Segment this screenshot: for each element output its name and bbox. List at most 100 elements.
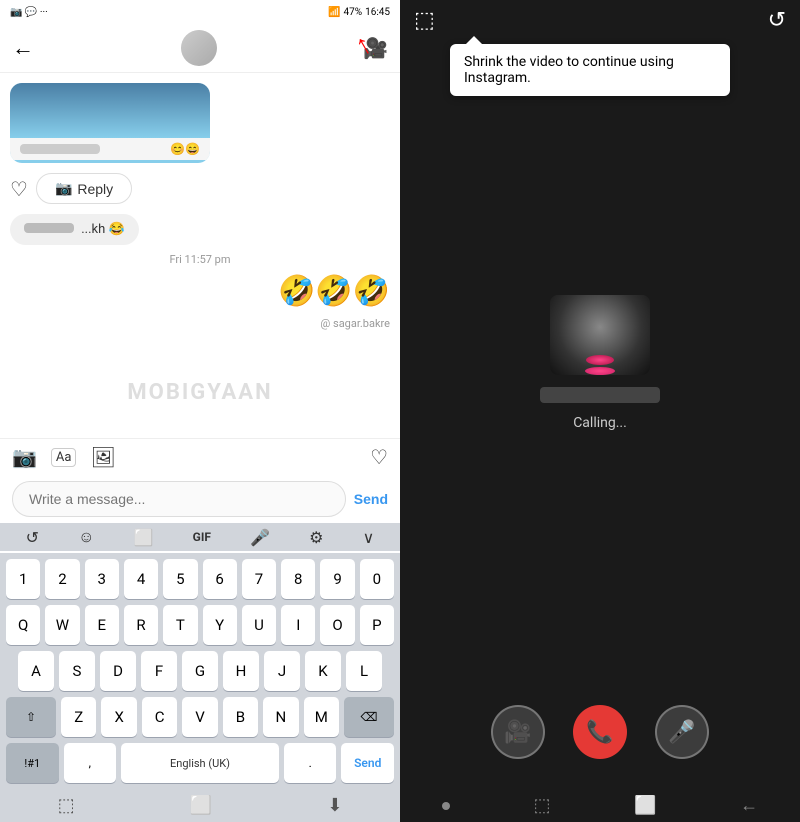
kb-key-f[interactable]: F — [141, 651, 177, 691]
tooltip-text: Shrink the video to continue using Insta… — [464, 54, 674, 86]
mute-button[interactable]: 🎤 — [655, 705, 709, 759]
kb-symbols-key[interactable]: !#1 — [6, 743, 59, 783]
kb-rotate-icon[interactable]: ↺ — [26, 528, 39, 547]
nav-home-icon[interactable]: ⬜ — [190, 795, 212, 816]
kb-key-7[interactable]: 7 — [242, 559, 276, 599]
kb-key-r[interactable]: R — [124, 605, 158, 645]
kb-key-z[interactable]: Z — [61, 697, 96, 737]
rotate-icon[interactable]: ↺ — [768, 8, 786, 33]
kb-key-w[interactable]: W — [45, 605, 79, 645]
kb-settings-icon[interactable]: ⚙ — [309, 528, 323, 547]
keyboard-top-bar: ↺ ☺ ⬜ GIF 🎤 ⚙ ∨ — [0, 523, 400, 551]
kb-sticker-icon[interactable]: ⬜ — [134, 528, 154, 547]
kb-key-y[interactable]: Y — [203, 605, 237, 645]
image-bubble-text: 😊😄 — [10, 138, 210, 160]
kb-key-h[interactable]: H — [223, 651, 259, 691]
kb-gif-icon[interactable]: GIF — [193, 530, 211, 544]
kb-key-i[interactable]: I — [281, 605, 315, 645]
kb-key-c[interactable]: C — [142, 697, 177, 737]
nav-recents-icon[interactable]: ⬚ — [58, 795, 75, 816]
kb-key-k[interactable]: K — [305, 651, 341, 691]
heart-toolbar-icon[interactable]: ♡ — [370, 445, 388, 469]
kb-key-9[interactable]: 9 — [320, 559, 354, 599]
text-toolbar-button[interactable]: Aa — [51, 448, 77, 467]
kb-mic-icon[interactable]: 🎤 — [250, 528, 270, 547]
kb-key-1[interactable]: 1 — [6, 559, 40, 599]
kb-key-o[interactable]: O — [320, 605, 354, 645]
shrink-video-icon[interactable]: ⬚ — [414, 8, 435, 33]
kb-emoji-icon[interactable]: ☺ — [78, 527, 94, 547]
time-text: 16:45 — [365, 7, 390, 18]
send-button[interactable]: Send — [354, 491, 388, 507]
gallery-toolbar-button[interactable]: 🖼 — [90, 445, 115, 469]
left-panel: 📷 💬 ··· 📶 47% 16:45 ← 🎥 ↑ 😊😄 ♡ — [0, 0, 400, 822]
keyboard-rows: 1 2 3 4 5 6 7 8 9 0 Q W E R T Y U I — [2, 557, 398, 785]
keyboard-area: 1 2 3 4 5 6 7 8 9 0 Q W E R T Y U I — [0, 553, 400, 789]
video-call-button[interactable]: 🎥 — [363, 36, 388, 60]
blurred-text — [20, 144, 100, 154]
kb-key-2[interactable]: 2 — [45, 559, 79, 599]
kb-key-b[interactable]: B — [223, 697, 258, 737]
right-nav-back[interactable]: ← — [740, 795, 758, 816]
sender-name: @ sagar.bakre — [320, 317, 390, 330]
kb-key-t[interactable]: T — [163, 605, 197, 645]
kb-key-l[interactable]: L — [346, 651, 382, 691]
kb-send-key[interactable]: Send — [341, 743, 394, 783]
video-ctrl-icon: 🎥 — [504, 720, 531, 745]
nav-header: ← 🎥 — [0, 24, 400, 73]
kb-row-numbers: 1 2 3 4 5 6 7 8 9 0 — [6, 559, 394, 599]
kb-key-j[interactable]: J — [264, 651, 300, 691]
kb-key-6[interactable]: 6 — [203, 559, 237, 599]
reply-label: Reply — [77, 181, 113, 197]
kb-row-qwerty: Q W E R T Y U I O P — [6, 605, 394, 645]
kb-shift-key[interactable]: ⇧ — [6, 697, 56, 737]
tooltip-box: Shrink the video to continue using Insta… — [450, 44, 730, 96]
kb-key-v[interactable]: V — [182, 697, 217, 737]
kb-key-p[interactable]: P — [360, 605, 394, 645]
kb-key-4[interactable]: 4 — [124, 559, 158, 599]
notification-icons: 📷 💬 ··· — [10, 7, 48, 18]
kb-key-m[interactable]: M — [304, 697, 339, 737]
caller-name-bar — [540, 387, 660, 403]
kb-key-x[interactable]: X — [101, 697, 136, 737]
camera-toolbar-button[interactable]: 📷 — [12, 445, 37, 469]
video-toggle-button[interactable]: 🎥 — [491, 705, 545, 759]
right-bottom-nav: ⬚ ⬜ ← — [400, 789, 800, 822]
chat-area: 😊😄 ♡ 📷 Reply ...kh 😂 Fri 11:57 pm 🤣🤣🤣 @ … — [0, 73, 400, 438]
kb-row-asdf: A S D F G H J K L — [6, 651, 394, 691]
right-nav-home[interactable]: ⬜ — [634, 795, 656, 816]
kb-key-3[interactable]: 3 — [85, 559, 119, 599]
kb-key-u[interactable]: U — [242, 605, 276, 645]
calling-area: Calling... — [400, 41, 800, 685]
kb-key-e[interactable]: E — [85, 605, 119, 645]
kb-comma-key[interactable]: , — [64, 743, 117, 783]
reply-button[interactable]: 📷 Reply — [36, 173, 132, 204]
kb-space-key[interactable]: English (UK) — [121, 743, 279, 783]
message-input[interactable] — [12, 481, 346, 517]
kb-key-5[interactable]: 5 — [163, 559, 197, 599]
call-controls: 🎥 📞 🎤 — [400, 685, 800, 789]
kb-key-a[interactable]: A — [18, 651, 54, 691]
kb-key-8[interactable]: 8 — [281, 559, 315, 599]
kb-key-0[interactable]: 0 — [360, 559, 394, 599]
kb-key-s[interactable]: S — [59, 651, 95, 691]
back-button[interactable]: ← — [12, 35, 34, 61]
image-message-bubble: 😊😄 — [10, 83, 210, 163]
reply-row: ♡ 📷 Reply — [10, 171, 390, 206]
kb-key-q[interactable]: Q — [6, 605, 40, 645]
kb-row-zxcv: ⇧ Z X C V B N M ⌫ — [6, 697, 394, 737]
end-call-button[interactable]: 📞 — [573, 705, 627, 759]
kb-expand-icon[interactable]: ∨ — [363, 528, 375, 547]
like-button[interactable]: ♡ — [10, 177, 28, 201]
right-panel: ⬚ ↺ Shrink the video to continue using I… — [400, 0, 800, 822]
kb-period-key[interactable]: . — [284, 743, 337, 783]
calling-status-text: Calling... — [573, 415, 627, 431]
bottom-toolbar: 📷 Aa 🖼 ♡ — [0, 438, 400, 475]
kb-backspace-key[interactable]: ⌫ — [344, 697, 394, 737]
kb-key-g[interactable]: G — [182, 651, 218, 691]
kb-key-n[interactable]: N — [263, 697, 298, 737]
battery-text: 47% — [344, 7, 363, 18]
right-nav-recents[interactable]: ⬚ — [533, 795, 550, 816]
kb-key-d[interactable]: D — [100, 651, 136, 691]
nav-back-icon[interactable]: ⬇ — [327, 795, 342, 816]
